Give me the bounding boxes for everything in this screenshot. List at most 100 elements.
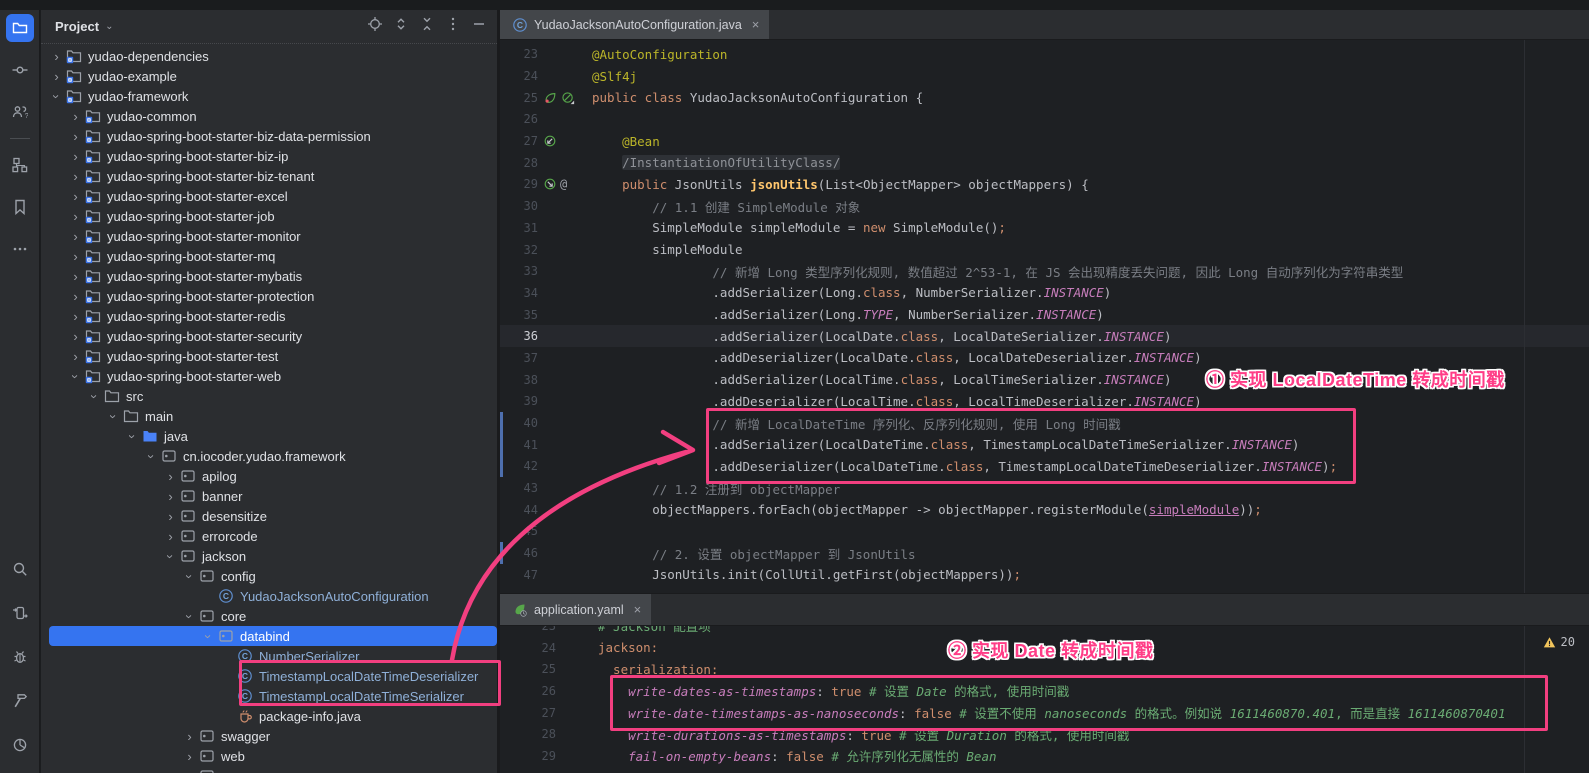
java-code-area[interactable]: 23@AutoConfiguration24@Slf4j25public cla… <box>500 40 1589 593</box>
chevron-closed-icon[interactable]: › <box>67 169 84 184</box>
code-line-28[interactable]: 28 write-durations-as-timestamps: true #… <box>500 723 1589 745</box>
tree-item-main[interactable]: ›main <box>41 406 497 426</box>
code-line-32[interactable]: 32 simpleModule <box>500 239 1589 261</box>
project-tree[interactable]: ›yudao-dependencies›yudao-example›yudao-… <box>41 46 497 773</box>
tree-item-yudao-spring-boot-starter-redis[interactable]: ›yudao-spring-boot-starter-redis <box>41 306 497 326</box>
bean-arrow-right-icon[interactable] <box>542 176 558 192</box>
tree-item-yudao-spring-boot-starter-biz-ip[interactable]: ›yudao-spring-boot-starter-biz-ip <box>41 146 497 166</box>
stripe-commit-button[interactable] <box>6 56 34 84</box>
code-line-41[interactable]: 41 .addSerializer(LocalDateTime.class, T… <box>500 434 1589 456</box>
leaf-icon[interactable] <box>542 90 558 106</box>
tree-item-package-info.java[interactable]: package-info.java <box>41 706 497 726</box>
code-line-24[interactable]: 24jackson: <box>500 637 1589 659</box>
tree-item-jackson[interactable]: ›jackson <box>41 546 497 566</box>
chevron-closed-icon[interactable]: › <box>67 349 84 364</box>
code-line-33[interactable]: 33 // 新增 Long 类型序列化规则, 数值超过 2^53-1, 在 JS… <box>500 260 1589 282</box>
chevron-open-icon[interactable]: › <box>125 428 140 445</box>
stripe-services-button[interactable] <box>6 599 34 627</box>
tree-item-core[interactable]: ›core <box>41 606 497 626</box>
tree-item-yudao-spring-boot-starter-mybatis[interactable]: ›yudao-spring-boot-starter-mybatis <box>41 266 497 286</box>
tree-item-yudao-spring-boot-starter-test[interactable]: ›yudao-spring-boot-starter-test <box>41 346 497 366</box>
chevron-closed-icon[interactable]: › <box>67 129 84 144</box>
code-line-35[interactable]: 35 .addSerializer(Long.TYPE, NumberSeria… <box>500 304 1589 326</box>
tree-item-desensitize[interactable]: ›desensitize <box>41 506 497 526</box>
code-line-27[interactable]: 27 @Bean <box>500 130 1589 152</box>
tree-item-java[interactable]: ›java <box>41 426 497 446</box>
code-line-28[interactable]: 28 /InstantiationOfUtilityClass/ <box>500 152 1589 174</box>
code-line-29[interactable]: 29 fail-on-empty-beans: false # 允许序列化无属性… <box>500 745 1589 767</box>
chevron-closed-icon[interactable]: › <box>67 289 84 304</box>
tree-item-yudao-common[interactable]: ›yudao-common <box>41 106 497 126</box>
chevron-closed-icon[interactable]: › <box>162 509 179 524</box>
code-line-45[interactable]: 45 <box>500 521 1589 543</box>
chevron-closed-icon[interactable]: › <box>181 749 198 764</box>
stripe-users-help-button[interactable]: ? <box>6 98 34 126</box>
code-line-23[interactable]: 23@AutoConfiguration <box>500 44 1589 66</box>
tree-item-xss[interactable]: ›xss <box>41 766 497 773</box>
tree-item-TimestampLocalDateTimeSerializer[interactable]: CTimestampLocalDateTimeSerializer <box>41 686 497 706</box>
tree-item-web[interactable]: ›web <box>41 746 497 766</box>
code-line-46[interactable]: 46 // 2. 设置 objectMapper 到 JsonUtils <box>500 542 1589 564</box>
tree-item-NumberSerializer[interactable]: CNumberSerializer <box>41 646 497 666</box>
code-line-36[interactable]: 36 .addSerializer(LocalDate.class, Local… <box>500 325 1589 347</box>
yaml-code-area[interactable]: 20 23# Jackson 配置项24jackson:25 serializa… <box>500 626 1589 773</box>
chevron-open-icon[interactable]: › <box>68 368 83 385</box>
tree-item-yudao-framework[interactable]: ›yudao-framework <box>41 86 497 106</box>
chevron-open-icon[interactable]: › <box>182 568 197 585</box>
code-line-26[interactable]: 26 write-dates-as-timestamps: true # 设置 … <box>500 680 1589 702</box>
tree-item-yudao-spring-boot-starter-protection[interactable]: ›yudao-spring-boot-starter-protection <box>41 286 497 306</box>
stripe-profiler-button[interactable] <box>6 731 34 759</box>
tree-item-yudao-spring-boot-starter-biz-data-permission[interactable]: ›yudao-spring-boot-starter-biz-data-perm… <box>41 126 497 146</box>
code-line-31[interactable]: 31 SimpleModule simpleModule = new Simpl… <box>500 217 1589 239</box>
tree-item-yudao-spring-boot-starter-job[interactable]: ›yudao-spring-boot-starter-job <box>41 206 497 226</box>
close-icon[interactable]: × <box>752 17 760 32</box>
stripe-more-button[interactable] <box>6 235 34 263</box>
code-line-27[interactable]: 27 write-date-timestamps-as-nanoseconds:… <box>500 702 1589 724</box>
code-line-44[interactable]: 44 objectMappers.forEach(objectMapper ->… <box>500 499 1589 521</box>
tree-item-swagger[interactable]: ›swagger <box>41 726 497 746</box>
tree-item-config[interactable]: ›config <box>41 566 497 586</box>
chevron-closed-icon[interactable]: › <box>162 469 179 484</box>
code-line-25[interactable]: 25public class YudaoJacksonAutoConfigura… <box>500 87 1589 109</box>
tab-java-file[interactable]: C YudaoJacksonAutoConfiguration.java × <box>500 10 769 39</box>
chevron-closed-icon[interactable]: › <box>181 729 198 744</box>
chevron-closed-icon[interactable]: › <box>67 309 84 324</box>
stripe-structure-button[interactable] <box>6 151 34 179</box>
tree-item-cn.iocoder.yudao.framework[interactable]: ›cn.iocoder.yudao.framework <box>41 446 497 466</box>
chevron-closed-icon[interactable]: › <box>67 229 84 244</box>
code-line-24[interactable]: 24@Slf4j <box>500 65 1589 87</box>
tree-item-yudao-dependencies[interactable]: ›yudao-dependencies <box>41 46 497 66</box>
tree-item-databind[interactable]: ›databind <box>49 626 497 646</box>
expand-all-button[interactable] <box>393 16 409 37</box>
chevron-open-icon[interactable]: › <box>144 448 159 465</box>
code-line-38[interactable]: 38 .addSerializer(LocalTime.class, Local… <box>500 369 1589 391</box>
code-line-26[interactable]: 26 <box>500 109 1589 131</box>
stripe-search-button[interactable] <box>6 555 34 583</box>
chevron-closed-icon[interactable]: › <box>67 109 84 124</box>
code-line-39[interactable]: 39 .addDeserializer(LocalTime.class, Loc… <box>500 391 1589 413</box>
tree-item-banner[interactable]: ›banner <box>41 486 497 506</box>
inspections-widget[interactable]: 20 <box>1543 635 1575 649</box>
chevron-closed-icon[interactable]: › <box>67 189 84 204</box>
more-options-button[interactable] <box>445 16 461 37</box>
collapse-all-button[interactable] <box>419 16 435 37</box>
chevron-closed-icon[interactable]: › <box>48 49 65 64</box>
code-line-40[interactable]: 40 // 新增 LocalDateTime 序列化、反序列化规则, 使用 Lo… <box>500 412 1589 434</box>
code-line-23[interactable]: 23# Jackson 配置项 <box>500 626 1589 637</box>
chevron-closed-icon[interactable]: › <box>67 329 84 344</box>
code-line-42[interactable]: 42 .addDeserializer(LocalDateTime.class,… <box>500 456 1589 478</box>
tree-item-errorcode[interactable]: ›errorcode <box>41 526 497 546</box>
chevron-open-icon[interactable]: › <box>163 548 178 565</box>
tree-item-yudao-spring-boot-starter-biz-tenant[interactable]: ›yudao-spring-boot-starter-biz-tenant <box>41 166 497 186</box>
code-line-30[interactable]: 30 // 1.1 创建 SimpleModule 对象 <box>500 195 1589 217</box>
hide-panel-button[interactable] <box>471 16 487 37</box>
code-line-37[interactable]: 37 .addDeserializer(LocalDate.class, Loc… <box>500 347 1589 369</box>
code-line-47[interactable]: 47 JsonUtils.init(CollUtil.getFirst(obje… <box>500 564 1589 586</box>
chevron-open-icon[interactable]: › <box>106 408 121 425</box>
chevron-closed-icon[interactable]: › <box>67 149 84 164</box>
tree-item-YudaoJacksonAutoConfiguration[interactable]: CYudaoJacksonAutoConfiguration <box>41 586 497 606</box>
chevron-down-icon[interactable]: ⌄ <box>105 21 113 32</box>
tab-yaml-file[interactable]: application.yaml × <box>500 594 651 625</box>
tree-item-yudao-spring-boot-starter-security[interactable]: ›yudao-spring-boot-starter-security <box>41 326 497 346</box>
chevron-closed-icon[interactable]: › <box>48 69 65 84</box>
